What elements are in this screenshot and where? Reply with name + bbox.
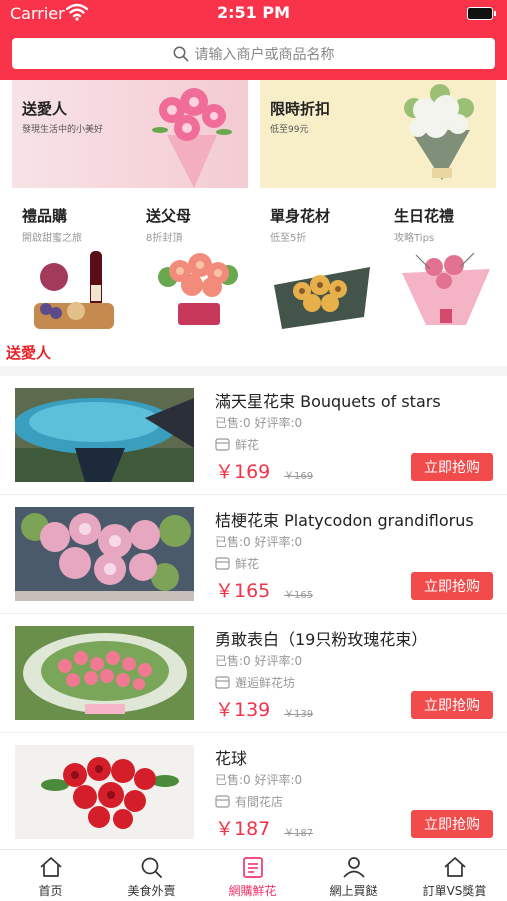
shop-row[interactable]: 邂逅鲜花坊 <box>215 674 295 691</box>
product-stats: 已售:0 好评率:0 <box>215 416 303 430</box>
store-icon <box>215 438 230 451</box>
category-grid: 禮品購 開啟甜蜜之旅 送父母 8折封頂 單身花材 低至5折 生日花禮 攻略Tip… <box>0 203 507 333</box>
product-item[interactable]: 勇敢表白（19只粉玫瑰花束） 已售:0 好评率:0 邂逅鲜花坊 ￥139 ￥13… <box>0 614 507 733</box>
tab-label: 首页 <box>38 884 63 898</box>
search-placeholder[interactable]: 请输入商户或商品名称 <box>195 44 335 64</box>
product-price: ￥169 <box>215 461 271 483</box>
product-stats: 已售:0 好评率:0 <box>215 773 303 787</box>
banner-discount[interactable]: 限時折扣 低至99元 <box>260 80 496 188</box>
shop-name[interactable]: 有間花店 <box>235 793 283 810</box>
category-title: 單身花材 <box>270 207 331 225</box>
category-title: 生日花禮 <box>394 207 455 225</box>
list-icon <box>243 857 263 878</box>
banner-subtitle: 發現生活中的小美好 <box>22 125 104 135</box>
product-item[interactable]: 花球 已售:0 好评率:0 有間花店 ￥187 ￥187 立即抢购 <box>0 733 507 852</box>
category-subtitle: 開啟甜蜜之旅 <box>22 233 82 244</box>
app-header: Carrier 2:51 PM 请输入商户或商品名称 <box>0 0 507 80</box>
tab-label: 網上買餸 <box>329 884 378 898</box>
shop-name[interactable]: 鲜花 <box>235 436 259 453</box>
product-image <box>15 626 194 720</box>
product-item[interactable]: 滿天星花束 Bouquets of stars 已售:0 好评率:0 鲜花 ￥1… <box>0 376 507 495</box>
product-name[interactable]: 桔梗花束 Platycodon grandiflorus <box>215 507 500 531</box>
buy-now-button[interactable]: 立即抢购 <box>411 810 493 838</box>
sunflower-bouquet-image <box>274 267 370 329</box>
tab-label: 網購鮮花 <box>228 884 277 898</box>
category-title: 送父母 <box>146 207 192 225</box>
store-icon <box>215 795 230 808</box>
person-icon <box>343 857 365 878</box>
product-name[interactable]: 花球 <box>215 745 500 769</box>
status-bar: Carrier 2:51 PM <box>0 0 507 30</box>
buy-now-button[interactable]: 立即抢购 <box>411 453 493 481</box>
product-list: 滿天星花束 Bouquets of stars 已售:0 好评率:0 鲜花 ￥1… <box>0 376 507 852</box>
banner-title: 送愛人 <box>22 100 68 118</box>
product-price: ￥139 <box>215 699 271 721</box>
buy-now-button[interactable]: 立即抢购 <box>411 572 493 600</box>
category-subtitle: 8折封頂 <box>146 233 183 244</box>
product-image <box>15 388 194 482</box>
pink-bouquet-image <box>402 252 490 325</box>
tab-food-delivery[interactable]: 美食外賣 <box>101 850 202 901</box>
promo-banners: 送愛人 發現生活中的小美好 限時折扣 低至99元 <box>12 80 496 188</box>
banner-subtitle: 低至99元 <box>270 125 309 135</box>
clock: 2:51 PM <box>216 3 290 22</box>
shop-name[interactable]: 邂逅鲜花坊 <box>235 674 295 691</box>
buy-now-button[interactable]: 立即抢购 <box>411 691 493 719</box>
bottom-tab-bar: 首页 美食外賣 網購鮮花 網上買餸 訂單VS獎賞 <box>0 849 507 900</box>
tab-label: 訂單VS獎賞 <box>422 884 487 898</box>
product-item[interactable]: 桔梗花束 Platycodon grandiflorus 已售:0 好评率:0 … <box>0 495 507 614</box>
tab-online-grocery[interactable]: 網上買餸 <box>303 850 404 901</box>
shop-row[interactable]: 鲜花 <box>215 555 259 572</box>
product-stats: 已售:0 好评率:0 <box>215 535 303 549</box>
search-icon <box>141 857 162 878</box>
section-title: 送愛人 <box>6 344 52 362</box>
category-single-flowers[interactable]: 單身花材 低至5折 <box>248 203 372 333</box>
category-parents[interactable]: 送父母 8折封頂 <box>124 203 248 333</box>
product-image <box>15 507 194 601</box>
original-price: ￥139 <box>284 709 314 720</box>
lily-bouquet-image <box>152 88 232 188</box>
battery-icon <box>467 7 496 20</box>
category-subtitle: 攻略Tips <box>394 233 435 244</box>
search-bar[interactable]: 请输入商户或商品名称 <box>12 38 495 69</box>
home-icon <box>444 857 466 877</box>
shop-name[interactable]: 鲜花 <box>235 555 259 572</box>
white-bouquet-image <box>404 84 474 180</box>
tab-orders-rewards[interactable]: 訂單VS獎賞 <box>404 850 505 901</box>
tab-label: 美食外賣 <box>127 884 176 898</box>
banner-love[interactable]: 送愛人 發現生活中的小美好 <box>12 80 248 188</box>
shop-row[interactable]: 鲜花 <box>215 436 259 453</box>
store-icon <box>215 676 230 689</box>
product-image <box>15 745 194 839</box>
home-icon <box>40 857 62 877</box>
category-gifts[interactable]: 禮品購 開啟甜蜜之旅 <box>0 203 124 333</box>
tab-online-flowers[interactable]: 網購鮮花 <box>202 850 303 901</box>
store-icon <box>215 557 230 570</box>
shop-row[interactable]: 有間花店 <box>215 793 283 810</box>
section-divider <box>0 366 507 376</box>
flower-box-image <box>158 253 238 325</box>
product-name[interactable]: 滿天星花束 Bouquets of stars <box>215 388 500 412</box>
search-icon <box>173 46 188 61</box>
original-price: ￥165 <box>284 590 314 601</box>
product-price: ￥187 <box>215 818 271 840</box>
original-price: ￥169 <box>284 471 314 482</box>
banner-title: 限時折扣 <box>270 100 331 118</box>
product-price: ￥165 <box>215 580 271 602</box>
gift-basket-image <box>34 251 114 329</box>
product-name[interactable]: 勇敢表白（19只粉玫瑰花束） <box>215 626 500 650</box>
category-birthday[interactable]: 生日花禮 攻略Tips <box>372 203 496 333</box>
original-price: ￥187 <box>284 828 314 839</box>
product-stats: 已售:0 好评率:0 <box>215 654 303 668</box>
tab-home[interactable]: 首页 <box>0 850 101 901</box>
category-subtitle: 低至5折 <box>270 233 307 244</box>
category-title: 禮品購 <box>22 207 68 225</box>
